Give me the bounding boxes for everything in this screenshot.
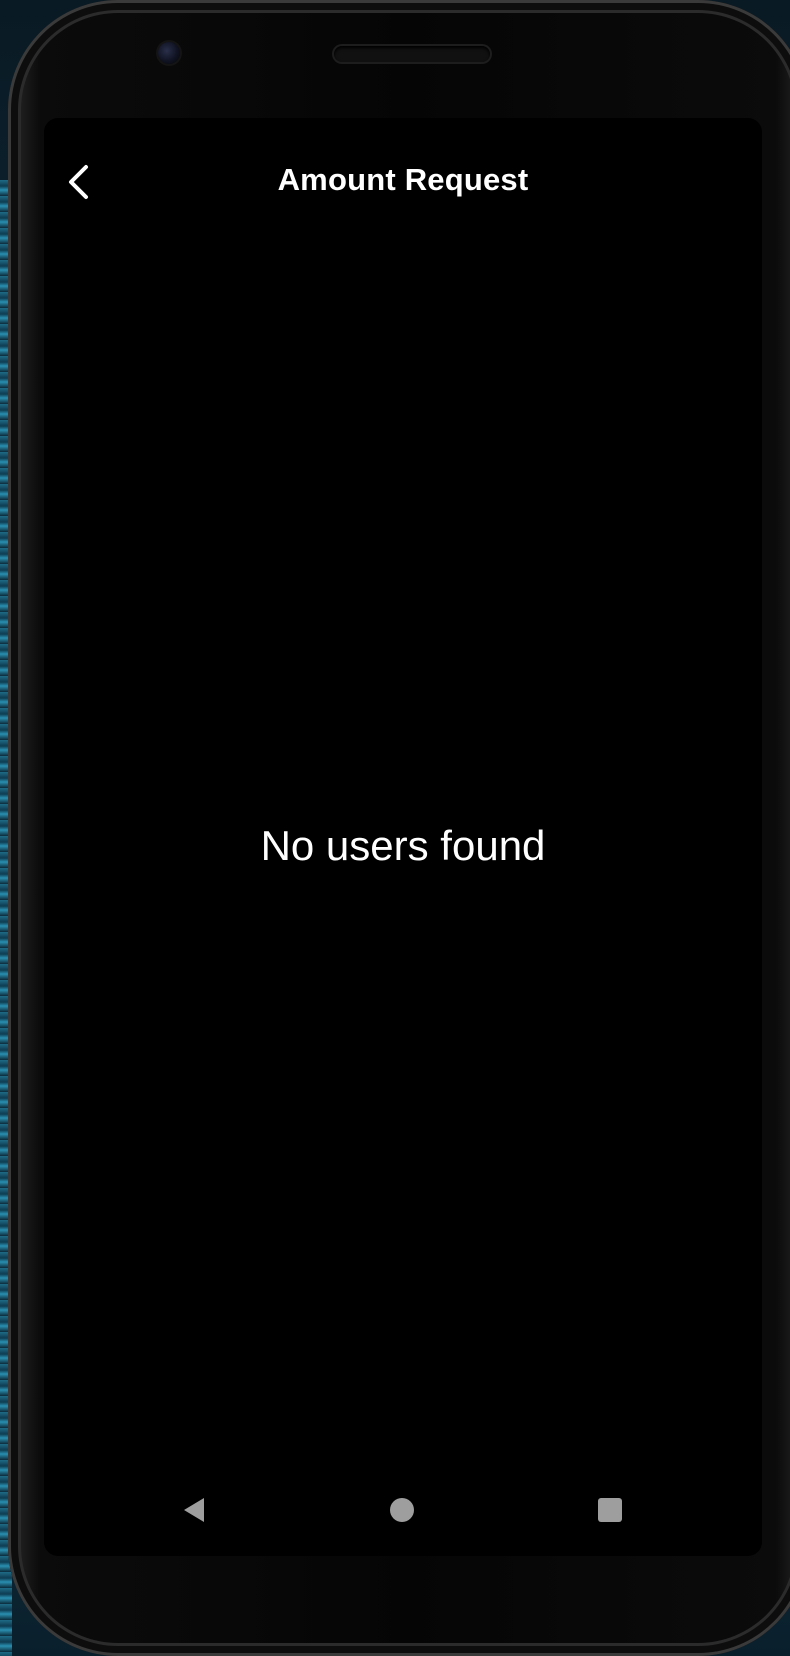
circle-home-icon (390, 1498, 414, 1522)
triangle-back-icon (184, 1498, 204, 1522)
earpiece-speaker (334, 46, 490, 62)
empty-state-message: No users found (260, 822, 546, 869)
app-bar: Amount Request (44, 138, 762, 226)
page-title: Amount Request (277, 162, 529, 197)
app-screen: Amount Request No users found (44, 118, 762, 1556)
square-recents-icon (598, 1498, 622, 1522)
system-home-button[interactable] (378, 1486, 426, 1534)
front-camera (158, 42, 180, 64)
system-recents-button[interactable] (586, 1486, 634, 1534)
system-navigation-bar (44, 1464, 762, 1556)
system-back-button[interactable] (170, 1486, 218, 1534)
